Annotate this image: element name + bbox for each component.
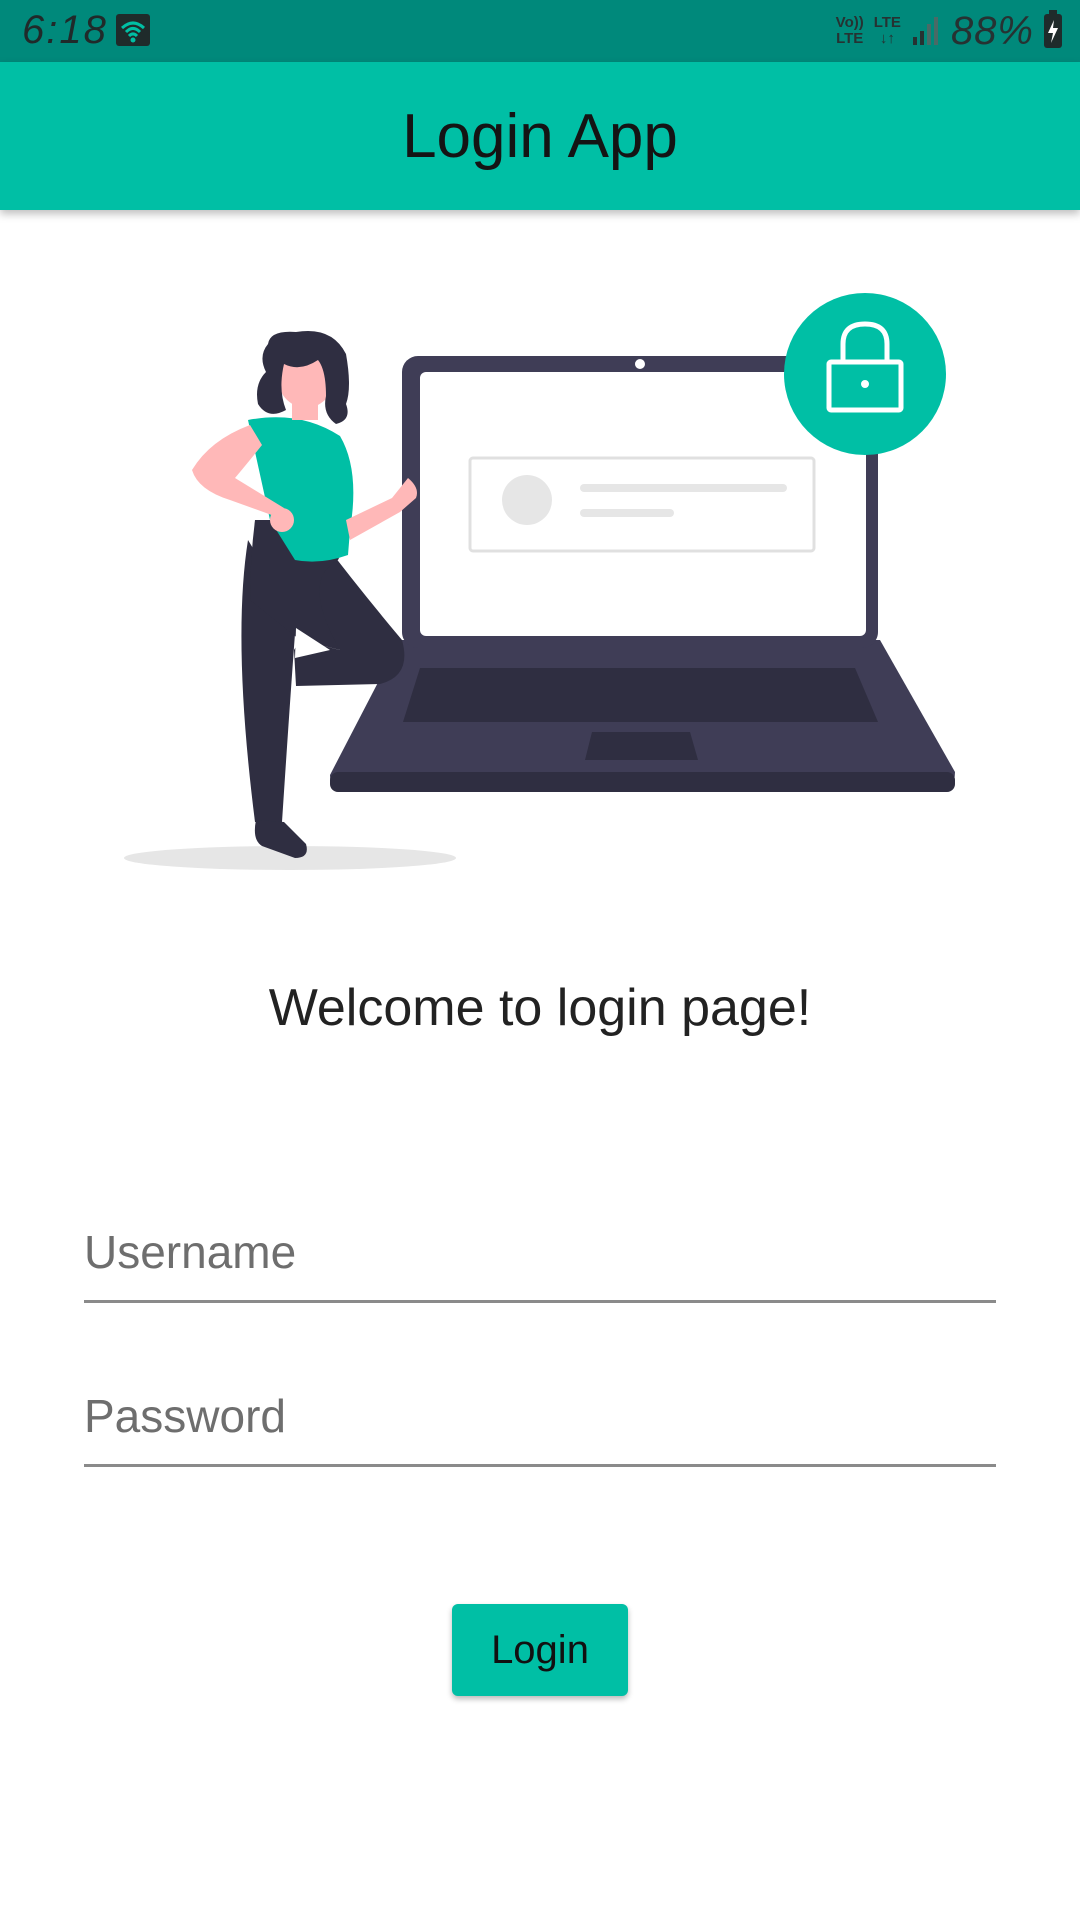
username-field[interactable]	[84, 1203, 996, 1303]
status-indicators: Vo)) LTE LTE ↓↑ 88%	[836, 6, 1062, 56]
app-bar: Login App	[0, 62, 1080, 210]
battery-percentage: 88%	[950, 8, 1034, 53]
login-illustration	[124, 293, 955, 870]
lte-label: LTE	[873, 14, 901, 31]
welcome-text: Welcome to login page!	[268, 979, 812, 1037]
login-button[interactable]: Login	[452, 1604, 628, 1696]
login-screen: 6:18 Vo)) LTE LTE ↓↑ 88% Login App Welco…	[0, 0, 1080, 1920]
volte-indicator: Vo)) LTE	[836, 15, 864, 47]
signal-icon	[912, 17, 938, 45]
password-field[interactable]	[84, 1367, 996, 1467]
wifi-icon	[116, 14, 150, 46]
status-time: 6:18	[22, 8, 108, 52]
data-arrows-icon: ↓↑	[879, 30, 895, 47]
volte-line1: Vo))	[835, 14, 864, 31]
lock-icon	[784, 293, 946, 455]
volte-line2: LTE	[836, 30, 864, 47]
lte-data-indicator: LTE ↓↑	[874, 15, 901, 47]
battery-charging-icon	[1044, 10, 1062, 48]
status-bar: 6:18 Vo)) LTE LTE ↓↑ 88%	[0, 0, 1080, 62]
app-title: Login App	[402, 101, 678, 171]
